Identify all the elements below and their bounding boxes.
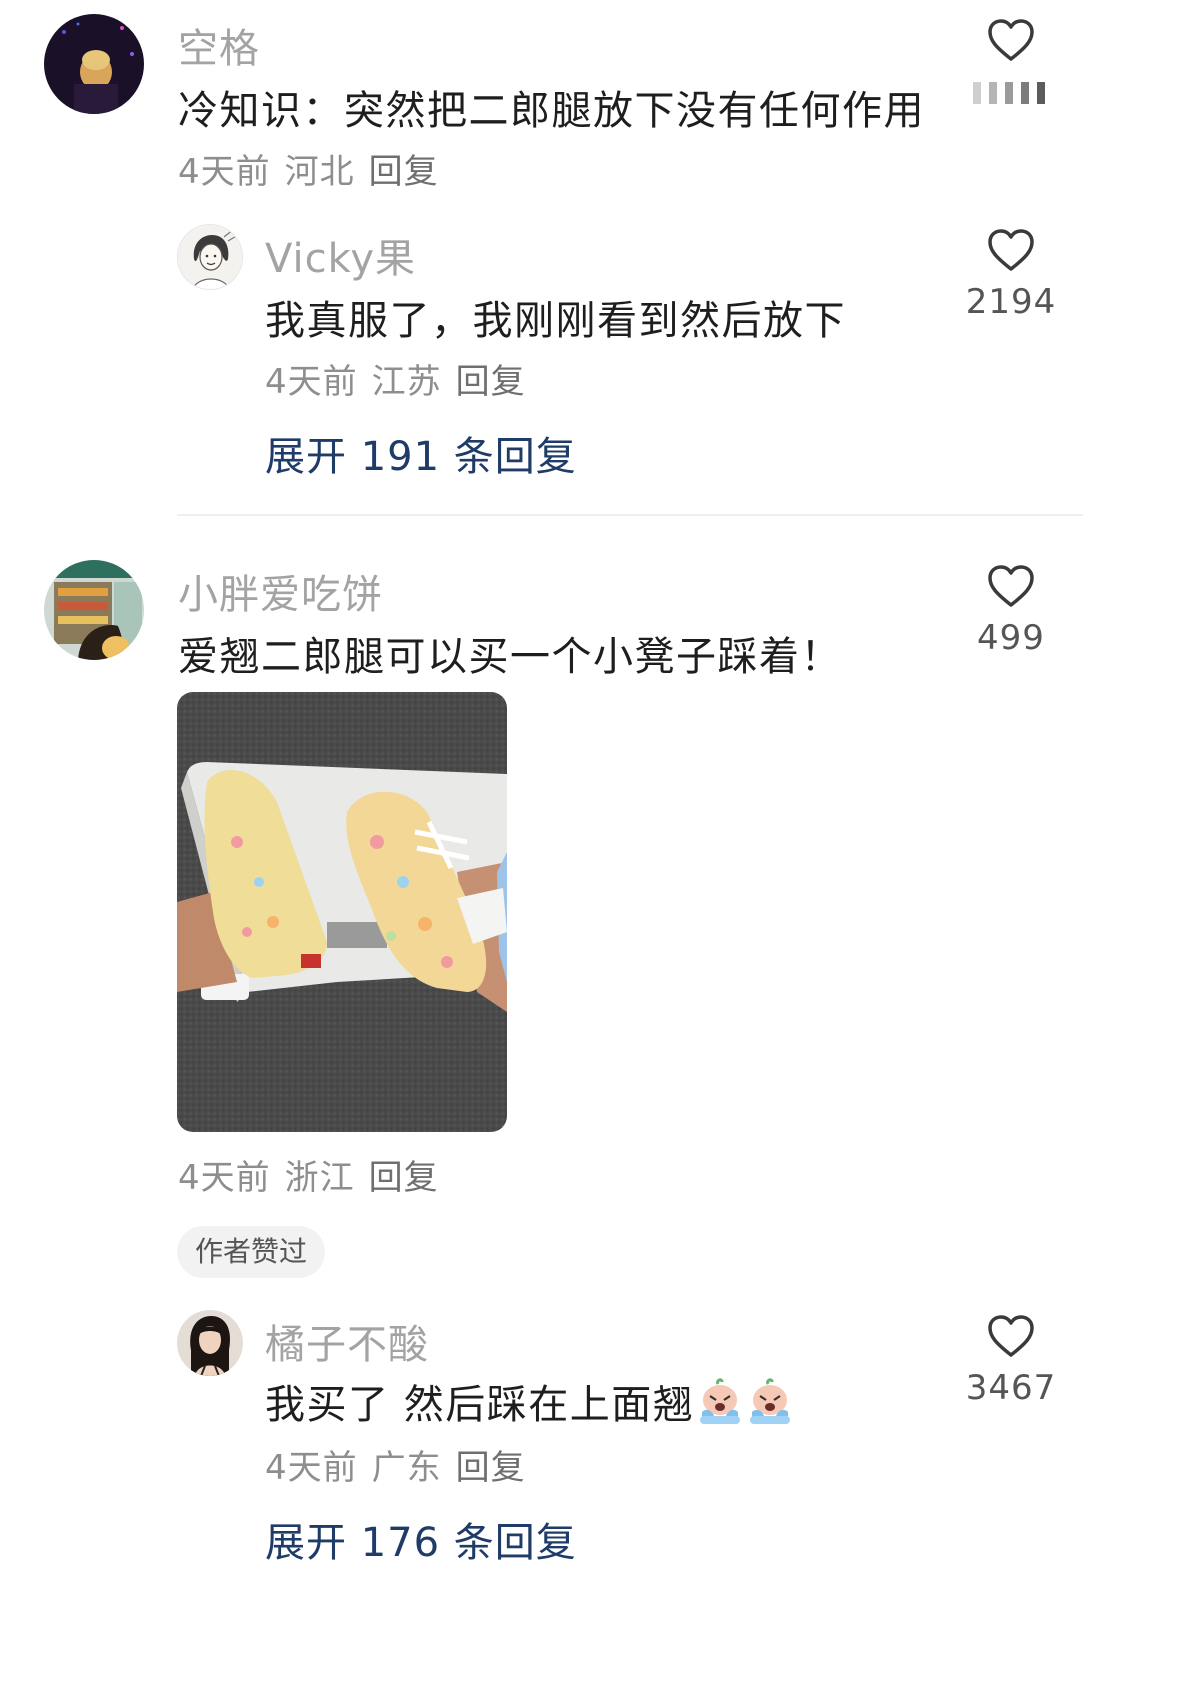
comment-text: 我买了 然后踩在上面翘 — [265, 1372, 794, 1430]
like-count: 3467 — [965, 1368, 1057, 1408]
like-button[interactable]: 499 — [946, 564, 1076, 658]
concert-avatar-icon — [44, 14, 144, 114]
sneakers-on-footstool-photo-icon — [177, 692, 507, 1132]
username[interactable]: 空格 — [178, 16, 260, 74]
comment-text-body: 我买了 然后踩在上面翘 — [265, 1382, 695, 1428]
like-button[interactable]: 3467 — [946, 1314, 1076, 1408]
divider — [177, 514, 1083, 516]
comment-location: 浙江 — [284, 1158, 355, 1198]
expand-replies-link[interactable]: 展开 176 条回复 — [265, 1510, 577, 1568]
avatar[interactable] — [44, 14, 144, 114]
comment-meta: 4天前 江苏 回复 — [265, 354, 540, 403]
store-avatar-icon — [44, 560, 144, 660]
reply-button[interactable]: 回复 — [369, 1158, 439, 1198]
avatar[interactable] — [177, 224, 243, 290]
crying-emoji-icon — [700, 1378, 741, 1424]
heart-outline-icon — [988, 1315, 1034, 1357]
comment-meta: 4天前 河北 回复 — [178, 144, 453, 193]
comment-text: 冷知识：突然把二郎腿放下没有任何作用 — [178, 88, 925, 134]
heart-outline-icon — [988, 565, 1034, 607]
crying-emoji-icon — [750, 1378, 791, 1424]
loading-bars-icon — [973, 82, 1045, 104]
like-button[interactable]: 2194 — [946, 228, 1076, 322]
comment-text: 爱翘二郎腿可以买一个小凳子踩着！ — [178, 634, 842, 680]
comment-location: 广东 — [371, 1448, 442, 1488]
like-count: 2194 — [965, 282, 1057, 322]
heart-outline-icon — [988, 229, 1034, 271]
reply-button[interactable]: 回复 — [456, 1448, 526, 1488]
heart-outline-icon — [988, 19, 1034, 61]
portrait-avatar-icon — [177, 1310, 243, 1376]
avatar[interactable] — [44, 560, 144, 660]
comment-image[interactable] — [177, 692, 507, 1132]
username[interactable]: Vicky果 — [265, 226, 416, 284]
comment-time: 4天前 — [178, 1158, 271, 1198]
reply-button[interactable]: 回复 — [456, 362, 526, 402]
comment-meta: 4天前 广东 回复 — [265, 1440, 540, 1489]
comment-time: 4天前 — [265, 362, 358, 402]
comment-location: 江苏 — [371, 362, 442, 402]
comment-text: 我真服了，我刚刚看到然后放下 — [265, 298, 846, 344]
comment-location: 河北 — [284, 152, 355, 192]
avatar[interactable] — [177, 1310, 243, 1376]
comment-time: 4天前 — [178, 152, 271, 192]
author-liked-badge: 作者赞过 — [177, 1226, 326, 1278]
like-count: 499 — [977, 618, 1045, 658]
comment-time: 4天前 — [265, 1448, 358, 1488]
username[interactable]: 小胖爱吃饼 — [178, 562, 383, 620]
reply-button[interactable]: 回复 — [369, 152, 439, 192]
expand-replies-link[interactable]: 展开 191 条回复 — [265, 424, 577, 482]
comment-meta: 4天前 浙江 回复 — [178, 1150, 453, 1199]
sketch-avatar-icon — [178, 225, 242, 289]
like-button[interactable] — [946, 18, 1076, 106]
username[interactable]: 橘子不酸 — [265, 1312, 429, 1370]
